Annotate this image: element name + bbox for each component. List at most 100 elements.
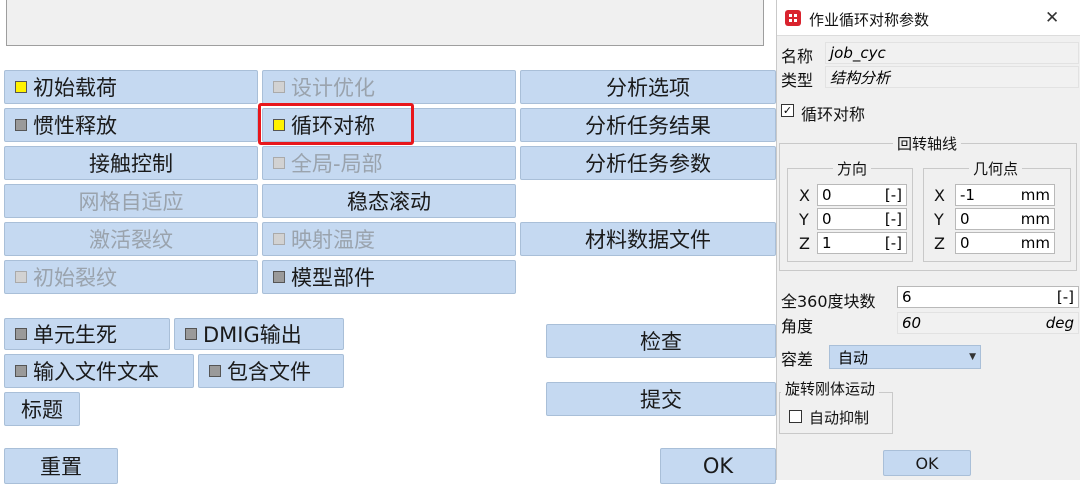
title-label: 标题 — [21, 398, 63, 422]
sectors-unit: [-] — [1056, 288, 1074, 306]
angle-value: 60 — [902, 314, 922, 332]
contact-control-button[interactable]: 接触控制 — [4, 146, 258, 180]
dir-z-value: 1 — [822, 234, 832, 252]
name-label: 名称 — [781, 47, 814, 66]
submit-label: 提交 — [640, 388, 682, 412]
include-file-button[interactable]: 包含文件 — [198, 354, 344, 388]
pt-x-value: -1 — [960, 186, 975, 204]
checkbox-icon — [15, 271, 27, 283]
tolerance-value: 自动 — [838, 348, 869, 367]
tolerance-label: 容差 — [781, 350, 814, 369]
steady-rolling-label: 稳态滚动 — [347, 190, 431, 214]
pt-x-input[interactable]: -1 mm — [955, 184, 1055, 206]
steady-rolling-button[interactable]: 稳态滚动 — [262, 184, 516, 218]
checkbox-icon — [15, 81, 27, 93]
direction-title: 方向 — [833, 158, 872, 179]
cyclic-checkbox[interactable]: ✓ — [781, 104, 794, 117]
dir-z-unit: [-] — [884, 234, 902, 252]
initial-crack-button[interactable]: 初始裂纹 — [4, 260, 258, 294]
close-icon[interactable]: ✕ — [1045, 8, 1059, 28]
dir-x-label: X — [799, 186, 810, 205]
tolerance-select[interactable]: 自动 ▼ — [829, 345, 981, 369]
checkbox-icon — [273, 233, 285, 245]
job-name-field: job_cyc — [825, 42, 1079, 64]
job-type-value: 结构分析 — [830, 68, 891, 87]
analysis-options-button[interactable]: 分析选项 — [520, 70, 776, 104]
dir-x-value: 0 — [822, 186, 832, 204]
dialog-ok-button[interactable]: OK — [883, 450, 971, 476]
dir-z-input[interactable]: 1 [-] — [817, 232, 907, 254]
submit-button[interactable]: 提交 — [546, 382, 776, 416]
angle-field: 60 deg — [897, 312, 1079, 334]
dir-y-input[interactable]: 0 [-] — [817, 208, 907, 230]
cyclic-checkbox-label: 循环对称 — [801, 105, 866, 124]
include-file-label: 包含文件 — [227, 360, 311, 384]
analysis-params-label: 分析任务参数 — [585, 152, 711, 176]
pt-z-input[interactable]: 0 mm — [955, 232, 1055, 254]
checkbox-icon — [15, 119, 27, 131]
analysis-params-button[interactable]: 分析任务参数 — [520, 146, 776, 180]
analysis-results-label: 分析任务结果 — [585, 114, 711, 138]
dir-y-value: 0 — [822, 210, 832, 228]
pt-x-label: X — [934, 186, 945, 205]
pt-x-unit: mm — [1020, 186, 1050, 204]
pt-y-input[interactable]: 0 mm — [955, 208, 1055, 230]
checkbox-icon — [273, 271, 285, 283]
pt-z-label: Z — [934, 234, 945, 253]
global-local-label: 全局-局部 — [291, 152, 383, 176]
analysis-results-button[interactable]: 分析任务结果 — [520, 108, 776, 142]
auto-suppress-checkbox[interactable] — [789, 410, 802, 423]
app-logo-icon — [785, 10, 801, 26]
highlight-box — [258, 103, 414, 145]
ok-button[interactable]: OK — [660, 448, 776, 484]
model-parts-button[interactable]: 模型部件 — [262, 260, 516, 294]
material-file-button[interactable]: 材料数据文件 — [520, 222, 776, 256]
type-label: 类型 — [781, 71, 814, 90]
ok-label: OK — [702, 454, 734, 478]
chevron-down-icon: ▼ — [969, 352, 976, 362]
map-temperature-label: 映射温度 — [291, 228, 375, 252]
dialog-titlebar: 作业循环对称参数 ✕ — [777, 0, 1080, 36]
reset-button[interactable]: 重置 — [4, 448, 118, 484]
dir-x-unit: [-] — [884, 186, 902, 204]
pt-z-unit: mm — [1020, 234, 1050, 252]
reset-label: 重置 — [40, 455, 82, 479]
analysis-options-label: 分析选项 — [606, 76, 690, 100]
element-birth-death-label: 单元生死 — [33, 323, 117, 347]
inertia-release-label: 惯性释放 — [33, 114, 117, 138]
input-text-button[interactable]: 输入文件文本 — [4, 354, 194, 388]
global-local-button[interactable]: 全局-局部 — [262, 146, 516, 180]
activate-crack-button[interactable]: 激活裂纹 — [4, 222, 258, 256]
title-button[interactable]: 标题 — [4, 392, 80, 426]
map-temperature-button[interactable]: 映射温度 — [262, 222, 516, 256]
dir-x-input[interactable]: 0 [-] — [817, 184, 907, 206]
checkbox-icon — [15, 328, 27, 340]
pt-y-value: 0 — [960, 210, 970, 228]
text-area[interactable] — [6, 0, 764, 46]
design-opt-button[interactable]: 设计优化 — [262, 70, 516, 104]
dir-y-unit: [-] — [884, 210, 902, 228]
cyclic-params-dialog: 作业循环对称参数 ✕ 名称 job_cyc 类型 结构分析 ✓ 循环对称 回转轴… — [776, 0, 1080, 480]
initial-load-button[interactable]: 初始载荷 — [4, 70, 258, 104]
checkbox-icon — [273, 157, 285, 169]
angle-unit: deg — [1045, 314, 1074, 332]
dmig-output-label: DMIG输出 — [203, 323, 302, 347]
design-opt-label: 设计优化 — [291, 76, 375, 100]
point-title: 几何点 — [969, 158, 1023, 179]
job-type-field: 结构分析 — [825, 66, 1079, 88]
sectors-label: 全360度块数 — [781, 292, 876, 311]
sectors-input[interactable]: 6 [-] — [897, 286, 1079, 308]
check-button[interactable]: 检查 — [546, 324, 776, 358]
checkbox-icon — [15, 365, 27, 377]
model-parts-label: 模型部件 — [291, 266, 375, 290]
initial-load-label: 初始载荷 — [33, 76, 117, 100]
mesh-adaptive-label: 网格自适应 — [78, 190, 184, 214]
mesh-adaptive-button[interactable]: 网格自适应 — [4, 184, 258, 218]
inertia-release-button[interactable]: 惯性释放 — [4, 108, 258, 142]
dir-z-label: Z — [799, 234, 810, 253]
element-birth-death-button[interactable]: 单元生死 — [4, 318, 170, 350]
dialog-title: 作业循环对称参数 — [809, 11, 930, 29]
dmig-output-button[interactable]: DMIG输出 — [174, 318, 344, 350]
pt-z-value: 0 — [960, 234, 970, 252]
check-label: 检查 — [640, 330, 682, 354]
